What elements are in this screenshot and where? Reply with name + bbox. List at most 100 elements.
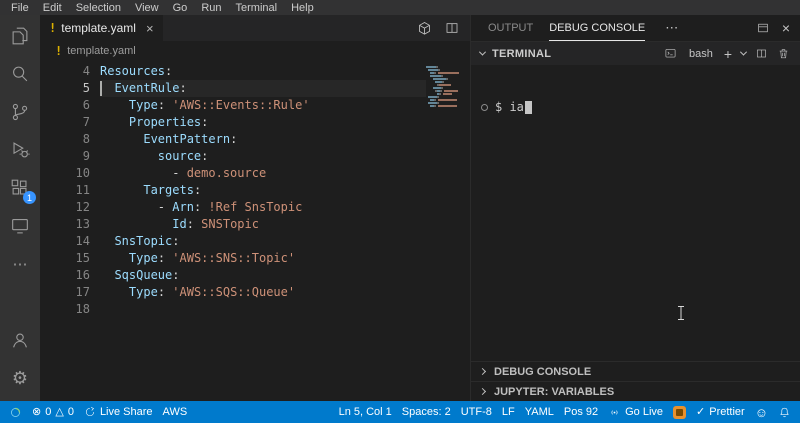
panel-more-icon[interactable]: ⋯ [665, 20, 678, 36]
code-line-14[interactable]: SnsTopic: [100, 233, 426, 250]
trash-icon[interactable] [777, 47, 790, 60]
menu-item-selection[interactable]: Selection [69, 2, 128, 14]
code-line-10[interactable]: - demo.source [100, 165, 426, 182]
breadcrumb-file: template.yaml [67, 45, 136, 57]
editor-code[interactable]: Resources: EventRule: Type: 'AWS::Events… [90, 63, 426, 401]
menubar: File Edit Selection View Go Run Terminal Help [0, 0, 800, 15]
accounts-button[interactable] [0, 321, 40, 359]
files-icon [12, 27, 28, 45]
split-terminal-icon[interactable] [755, 47, 768, 60]
menu-item-file[interactable]: File [4, 2, 36, 14]
code-line-5[interactable]: EventRule: [100, 80, 426, 97]
live-share-icon [85, 406, 94, 417]
run-debug-button[interactable] [0, 131, 40, 169]
bell-icon [780, 407, 789, 417]
code-line-18[interactable] [100, 301, 426, 318]
line-number: 16 [75, 268, 90, 282]
menu-item-edit[interactable]: Edit [36, 2, 69, 14]
workbench: 1 ⋯ ⚙ ! template.yaml × ! template.yaml … [0, 15, 800, 401]
check-icon: ✓ [696, 405, 706, 418]
source-control-button[interactable] [0, 93, 40, 131]
section-debug-console[interactable]: DEBUG CONSOLE [471, 361, 800, 381]
maximize-panel-icon[interactable] [756, 21, 770, 35]
code-line-12[interactable]: - Arn: !Ref SnsTopic [100, 199, 426, 216]
problems-status[interactable]: ⊗ 0 △ 0 [27, 401, 79, 423]
close-panel-icon[interactable]: × [782, 21, 790, 35]
code-line-11[interactable]: Targets: [100, 182, 426, 199]
line-number: 17 [75, 285, 90, 299]
encoding-status[interactable]: UTF-8 [456, 401, 497, 423]
live-share-status[interactable]: Live Share [79, 401, 158, 423]
section-label: DEBUG CONSOLE [494, 365, 592, 378]
terminal-command: ia [509, 100, 524, 114]
panel-tab-output[interactable]: OUTPUT [488, 15, 533, 41]
code-line-9[interactable]: source: [100, 148, 426, 165]
terminal-dropdown-icon[interactable] [739, 48, 748, 56]
panel-titlebar: OUTPUT DEBUG CONSOLE ⋯ × [471, 15, 800, 41]
terminal[interactable]: $ ia [471, 65, 800, 361]
menu-item-run[interactable]: Run [194, 2, 228, 14]
code-line-13[interactable]: Id: SNSTopic [100, 216, 426, 233]
cursor-position-status[interactable]: Ln 5, Col 1 [334, 401, 397, 423]
code-line-16[interactable]: SqsQueue: [100, 267, 426, 284]
search-button[interactable] [0, 55, 40, 93]
code-line-7[interactable]: Properties: [100, 114, 426, 131]
line-number: 9 [82, 149, 90, 163]
tab-close-icon[interactable]: × [146, 21, 154, 36]
cube-action-icon[interactable] [416, 20, 433, 37]
line-number: 4 [82, 64, 90, 78]
aws-status[interactable]: AWS [158, 401, 193, 423]
line-number: 7 [82, 115, 90, 129]
line-number: 13 [75, 217, 90, 231]
position-tracker-status[interactable]: Pos 92 [559, 401, 603, 423]
source-control-icon [12, 103, 28, 121]
status-logo[interactable] [4, 401, 27, 423]
run-debug-icon [13, 142, 30, 158]
settings-button[interactable]: ⚙ [0, 359, 40, 397]
account-icon [13, 333, 27, 348]
code-line-4[interactable]: Resources: [100, 63, 426, 80]
explorer-button[interactable] [0, 17, 40, 55]
yaml-file-icon: ! [55, 44, 63, 58]
line-number: 5 [82, 81, 90, 95]
orange-extension-status[interactable] [668, 401, 691, 423]
yaml-file-icon: ! [49, 21, 57, 35]
line-number: 14 [75, 234, 90, 248]
command-decoration-icon [481, 104, 488, 111]
code-line-17[interactable]: Type: 'AWS::SQS::Queue' [100, 284, 426, 301]
editor-tabbar: ! template.yaml × [40, 15, 470, 41]
new-terminal-icon[interactable]: + [724, 47, 732, 61]
notifications-status[interactable] [773, 401, 796, 423]
indentation-status[interactable]: Spaces: 2 [397, 401, 456, 423]
more-views-button[interactable]: ⋯ [0, 245, 40, 283]
go-live-status[interactable]: Go Live [603, 401, 668, 423]
split-editor-icon[interactable] [444, 20, 460, 36]
code-line-8[interactable]: EventPattern: [100, 131, 426, 148]
eol-status[interactable]: LF [497, 401, 520, 423]
shell-selector[interactable]: bash [689, 48, 713, 60]
menu-item-terminal[interactable]: Terminal [229, 2, 285, 14]
code-line-6[interactable]: Type: 'AWS::Events::Rule' [100, 97, 426, 114]
editor-group: ! template.yaml × ! template.yaml 4 5 6 7 8 9… [40, 15, 470, 401]
code-line-15[interactable]: Type: 'AWS::SNS::Topic' [100, 250, 426, 267]
menu-item-go[interactable]: Go [166, 2, 195, 14]
settings-gear-icon: ⚙ [11, 368, 29, 388]
prettier-status[interactable]: ✓ Prettier [691, 401, 750, 423]
tab-template-yaml[interactable]: ! template.yaml × [40, 15, 163, 41]
feedback-status[interactable]: ☺ [750, 401, 773, 423]
remote-explorer-button[interactable] [0, 207, 40, 245]
language-status[interactable]: YAML [520, 401, 559, 423]
section-jupyter-variables[interactable]: JUPYTER: VARIABLES [471, 381, 800, 401]
error-count: 0 [45, 406, 52, 418]
menu-item-view[interactable]: View [128, 2, 166, 14]
menu-item-help[interactable]: Help [284, 2, 321, 14]
breadcrumb[interactable]: ! template.yaml [40, 41, 470, 61]
panel-tab-debug-console[interactable]: DEBUG CONSOLE [549, 15, 646, 41]
aws-label: AWS [162, 406, 188, 418]
extensions-button[interactable]: 1 [0, 169, 40, 207]
terminal-section-header[interactable]: TERMINAL bash + [471, 41, 800, 65]
orange-extension-icon [673, 405, 687, 419]
minimap[interactable] [426, 63, 459, 401]
minimap-content [426, 66, 459, 110]
editor-scrollbar[interactable] [458, 63, 470, 401]
